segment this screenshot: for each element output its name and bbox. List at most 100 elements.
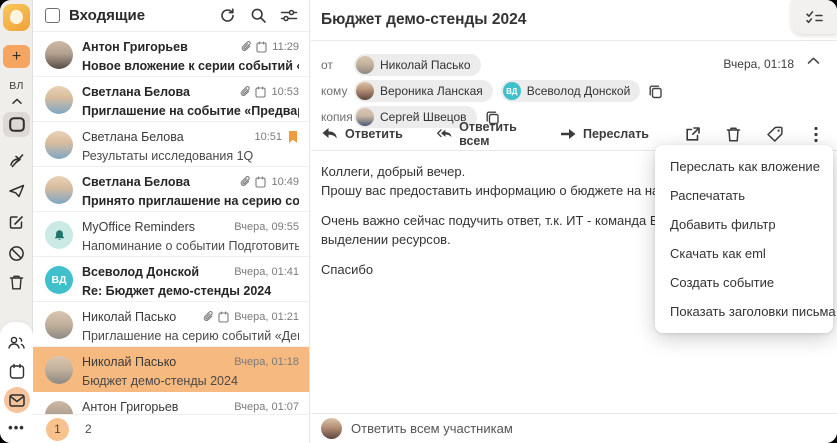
reminders-avatar [45, 221, 73, 249]
sidebar-item-inbox[interactable] [3, 112, 30, 137]
initials-avatar: ВД [502, 82, 521, 100]
menu-item[interactable]: Распечатать [655, 181, 833, 210]
sidebar-item-mail-active[interactable] [3, 387, 30, 413]
email-time: Вчера, 09:55 [234, 221, 299, 233]
sidebar-item-sent[interactable] [0, 180, 33, 202]
calendar-icon [9, 363, 24, 379]
more-actions-button[interactable] [806, 125, 825, 144]
menu-item[interactable]: Создать событие [655, 268, 833, 297]
tasks-widget-button[interactable] [791, 0, 837, 34]
email-meta-icons [241, 41, 267, 53]
email-sender: MyOffice Reminders [82, 220, 195, 234]
user-initials[interactable]: ВЛ [0, 79, 33, 93]
email-subject: Приглашение на событие «Предварительно… [82, 104, 299, 118]
left-rail: + ВЛ ••• [0, 0, 33, 443]
email-time: 10:49 [271, 176, 299, 188]
open-in-new-button[interactable] [683, 125, 702, 144]
email-subject: Результаты исследования 1Q [82, 149, 254, 163]
message-detail-panel: Бюджет демо-стенды 2024 от Николай Паськ… [311, 0, 837, 443]
to-label: кому [321, 84, 348, 98]
sidebar-item-drafts[interactable] [0, 211, 33, 233]
reply-button[interactable]: Ответить [321, 127, 403, 141]
new-item-button[interactable]: + [3, 45, 30, 68]
menu-item[interactable]: Переслать как вложение [655, 152, 833, 181]
email-time: Вчера, 01:21 [234, 311, 299, 323]
bell-icon [54, 229, 64, 240]
avatar [356, 82, 374, 100]
more-apps-button[interactable]: ••• [0, 420, 33, 435]
email-meta-icons [240, 86, 267, 98]
filter-button[interactable] [279, 6, 299, 26]
reply-all-button[interactable]: Ответить всем [436, 120, 526, 148]
recipient-chip[interactable]: Вероника Ланская [354, 80, 493, 102]
recipient-chip[interactable]: Николай Пасько [354, 54, 481, 76]
tag-button[interactable] [765, 125, 784, 144]
email-sender: Антон Григорьев [82, 40, 188, 54]
menu-item[interactable]: Скачать как eml [655, 239, 833, 268]
email-time: Вчера, 01:41 [234, 266, 299, 278]
message-subject: Бюджет демо-стенды 2024 [321, 11, 527, 28]
initials-avatar: ВД [45, 266, 73, 294]
block-icon [9, 245, 24, 261]
page-1-button[interactable]: 1 [46, 417, 69, 441]
sidebar-item-spam[interactable] [0, 242, 33, 264]
email-time: 11:29 [272, 41, 299, 53]
event-icon [256, 41, 267, 53]
email-list-item[interactable]: Светлана Белова 10:53 Приглашение на событ… [33, 77, 309, 122]
recipient-name: Николай Пасько [380, 58, 471, 72]
paperclip-icon [241, 176, 251, 186]
chevron-up-icon[interactable] [0, 95, 33, 107]
collapse-header-button[interactable] [807, 56, 823, 72]
checklist-icon [805, 10, 823, 23]
email-list-item[interactable]: Светлана Белова 10:51 Результаты исследова… [33, 122, 309, 167]
message-actions: Ответить Ответить всем Переслать [321, 120, 825, 148]
email-list-item[interactable]: MyOffice Reminders Вчера, 09:55 Напоминани… [33, 212, 309, 257]
email-list-item[interactable]: ВД Всеволод Донской Вчера, 01:41 Re: Бюджет… [33, 257, 309, 302]
app-logo-icon[interactable] [3, 4, 30, 31]
kebab-icon [813, 126, 818, 142]
sidebar-item-redirect[interactable] [0, 149, 33, 171]
email-list-item[interactable]: Николай Пасько Вчера, 01:21 Приглашение на… [33, 302, 309, 347]
search-button[interactable] [248, 6, 268, 26]
quick-reply-placeholder: Ответить всем участникам [351, 421, 513, 436]
event-icon [255, 176, 267, 188]
open-in-new-icon [686, 126, 700, 141]
quick-reply-bar[interactable]: Ответить всем участникам [311, 413, 837, 443]
refresh-button[interactable] [217, 6, 237, 26]
email-subject: Приглашение на серию событий «Демо стен… [82, 329, 299, 343]
sidebar-item-contacts[interactable] [0, 331, 33, 353]
email-sender: Николай Пасько [82, 355, 177, 369]
trash-icon [726, 127, 741, 142]
trash-icon [9, 275, 24, 289]
email-sender: Светлана Белова [82, 85, 190, 99]
email-time: 10:53 [271, 86, 299, 98]
delete-button[interactable] [724, 125, 743, 144]
tune-icon [280, 9, 298, 22]
email-list-item[interactable]: Николай Пасько Вчера, 01:18 Бюджет демо-ст… [33, 347, 309, 392]
recipient-chip[interactable]: ВД Всеволод Донской [500, 80, 641, 102]
copy-recipients-button[interactable] [648, 83, 665, 100]
copy-icon [649, 85, 662, 98]
menu-item[interactable]: Добавить фильтр [655, 210, 833, 239]
sidebar-item-calendar[interactable] [0, 360, 33, 382]
email-time: Вчера, 01:07 [234, 401, 299, 413]
menu-item[interactable]: Показать заголовки письма [655, 297, 836, 326]
email-sender: Всеволод Донской [82, 265, 200, 279]
page-2-button[interactable]: 2 [85, 422, 92, 436]
bookmark-flag-icon [289, 131, 297, 143]
email-subject: Напоминание о событии Подготовить отчет… [82, 239, 299, 253]
tag-icon [766, 126, 783, 142]
email-list-item[interactable]: Антон Григорьев 11:29 Новое вложение к сер… [33, 32, 309, 77]
current-user-avatar [321, 418, 342, 439]
email-list-item[interactable]: Светлана Белова 10:49 Принято приглашение … [33, 167, 309, 212]
forward-button[interactable]: Переслать [560, 127, 649, 141]
mail-icon [8, 393, 25, 407]
paperclip-icon [242, 41, 251, 51]
mail-list-panel: Входящие Антон Григорьев 11:29 Новое вложе… [33, 0, 310, 443]
sidebar-item-trash[interactable] [0, 271, 33, 293]
select-all-checkbox[interactable] [45, 8, 60, 23]
folder-title: Входящие [69, 7, 146, 24]
message-date: Вчера, 01:18 [723, 57, 794, 71]
flag-icon [287, 130, 299, 144]
compose-icon [9, 215, 23, 229]
